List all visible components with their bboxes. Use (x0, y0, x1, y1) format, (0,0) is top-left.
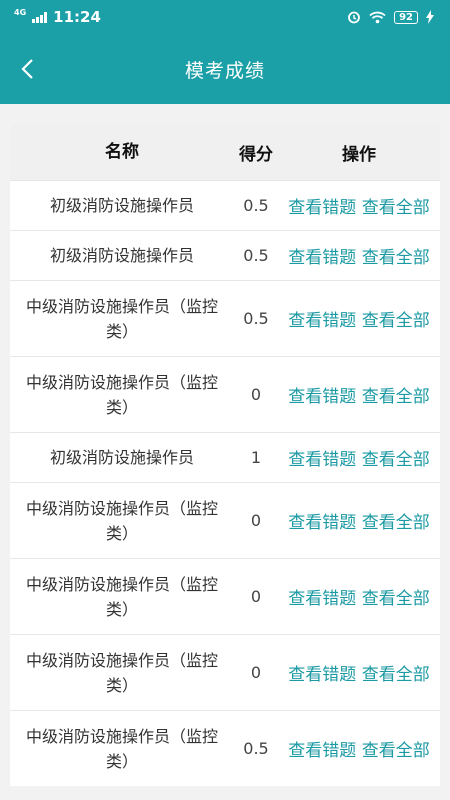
view-wrong-link[interactable]: 查看错题 (288, 198, 356, 218)
signal-icon (32, 11, 48, 23)
view-wrong-link[interactable]: 查看错题 (288, 311, 356, 331)
view-all-link[interactable]: 查看全部 (362, 741, 430, 761)
table-row: 中级消防设施操作员（监控类） 0 查看错题 查看全部 (10, 634, 440, 710)
row-score: 0.5 (243, 309, 269, 328)
table-row: 中级消防设施操作员（监控类） 0 查看错题 查看全部 (10, 482, 440, 558)
row-name: 初级消防设施操作员 (49, 196, 194, 215)
app-header: 4G 11:24 92 模考成绩 (0, 0, 450, 104)
status-bar: 4G 11:24 92 (0, 0, 450, 34)
table-row: 中级消防设施操作员（监控类） 0 查看错题 查看全部 (10, 558, 440, 634)
header-ops: 操作 (342, 144, 376, 165)
view-wrong-link[interactable]: 查看错题 (288, 665, 356, 685)
table-row: 初级消防设施操作员 0.5 查看错题 查看全部 (10, 180, 440, 230)
view-wrong-link[interactable]: 查看错题 (288, 513, 356, 533)
row-name: 中级消防设施操作员（监控类） (25, 296, 218, 341)
view-all-link[interactable]: 查看全部 (362, 450, 430, 470)
row-score: 0 (250, 663, 262, 682)
view-wrong-link[interactable]: 查看错题 (288, 589, 356, 609)
status-right: 92 (347, 10, 434, 24)
row-name: 中级消防设施操作员（监控类） (25, 498, 218, 543)
alarm-icon (348, 11, 360, 24)
row-ops: 查看错题 查看全部 (278, 243, 440, 268)
chevron-left-icon (21, 59, 33, 79)
row-name: 初级消防设施操作员 (49, 448, 194, 467)
view-all-link[interactable]: 查看全部 (362, 198, 430, 218)
view-wrong-link[interactable]: 查看错题 (288, 450, 356, 470)
view-wrong-link[interactable]: 查看错题 (288, 248, 356, 268)
table-row: 中级消防设施操作员（监控类） 0 查看错题 查看全部 (10, 356, 440, 432)
row-ops: 查看错题 查看全部 (278, 660, 440, 685)
battery-icon: 92 (394, 10, 418, 24)
view-all-link[interactable]: 查看全部 (362, 589, 430, 609)
row-score: 1 (250, 448, 262, 467)
view-wrong-link[interactable]: 查看错题 (288, 387, 356, 407)
row-score: 0 (250, 385, 262, 404)
row-ops: 查看错题 查看全部 (278, 736, 440, 761)
row-ops: 查看错题 查看全部 (278, 445, 440, 470)
row-name: 中级消防设施操作员（监控类） (25, 574, 218, 619)
row-name: 初级消防设施操作员 (49, 246, 194, 265)
status-left: 4G 11:24 (14, 8, 101, 26)
charging-icon (426, 10, 434, 24)
row-name: 中级消防设施操作员（监控类） (25, 726, 218, 771)
row-ops: 查看错题 查看全部 (278, 382, 440, 407)
view-all-link[interactable]: 查看全部 (362, 513, 430, 533)
table-row: 中级消防设施操作员（监控类） 0.5 查看错题 查看全部 (10, 710, 440, 786)
row-score: 0 (250, 511, 262, 530)
view-all-link[interactable]: 查看全部 (362, 665, 430, 685)
view-all-link[interactable]: 查看全部 (362, 387, 430, 407)
network-type: 4G (14, 8, 27, 17)
view-all-link[interactable]: 查看全部 (362, 248, 430, 268)
row-score: 0.5 (243, 246, 269, 265)
row-ops: 查看错题 查看全部 (278, 584, 440, 609)
page-title: 模考成绩 (184, 59, 265, 82)
header-score: 得分 (239, 144, 273, 165)
scores-table: 名称 得分 操作 初级消防设施操作员 0.5 查看错题 查看全部 初级消防设施操… (10, 124, 440, 786)
row-score: 0.5 (243, 196, 269, 215)
table-row: 初级消防设施操作员 0.5 查看错题 查看全部 (10, 230, 440, 280)
row-name: 中级消防设施操作员（监控类） (25, 650, 218, 695)
row-ops: 查看错题 查看全部 (278, 306, 440, 331)
wifi-icon (369, 11, 386, 23)
view-wrong-link[interactable]: 查看错题 (288, 741, 356, 761)
row-ops: 查看错题 查看全部 (278, 508, 440, 533)
row-ops: 查看错题 查看全部 (278, 193, 440, 218)
nav-bar: 模考成绩 (0, 34, 450, 104)
header-name: 名称 (105, 141, 139, 162)
view-all-link[interactable]: 查看全部 (362, 311, 430, 331)
table-header: 名称 得分 操作 (10, 124, 440, 180)
row-score: 0 (250, 587, 262, 606)
clock: 11:24 (53, 8, 101, 26)
row-name: 中级消防设施操作员（监控类） (25, 372, 218, 417)
back-button[interactable] (10, 52, 44, 86)
table-row: 初级消防设施操作员 1 查看错题 查看全部 (10, 432, 440, 482)
table-row: 中级消防设施操作员（监控类） 0.5 查看错题 查看全部 (10, 280, 440, 356)
row-score: 0.5 (243, 739, 269, 758)
